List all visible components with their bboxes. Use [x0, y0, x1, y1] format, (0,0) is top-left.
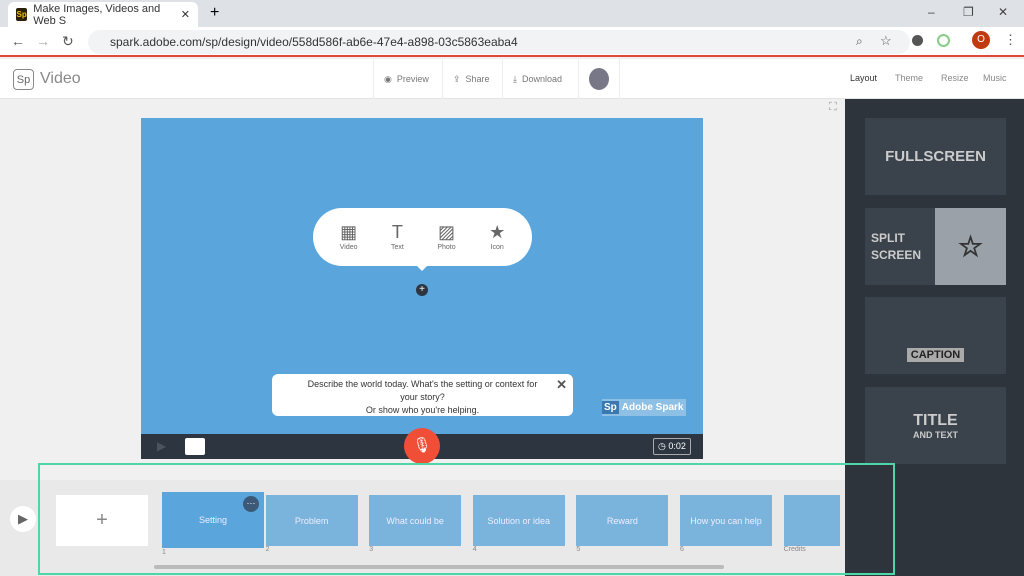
record-mic-button[interactable]: 🎙	[404, 428, 440, 464]
layout-split-screen[interactable]: SPLIT SCREEN ☆	[865, 208, 1006, 285]
play-all-button[interactable]: ▶	[10, 506, 36, 532]
zoom-icon[interactable]: ⌕	[856, 34, 863, 49]
film-icon: ▦	[340, 222, 358, 242]
add-plus-button[interactable]: +	[416, 284, 428, 296]
spark-favicon: Sp	[16, 8, 28, 21]
spark-logo: Sp	[13, 69, 34, 90]
app-title: Video	[40, 70, 81, 87]
minimize-button[interactable]: –	[928, 5, 935, 19]
forward-icon[interactable]: →	[36, 33, 50, 49]
extension-icon[interactable]	[912, 35, 923, 46]
collaborators-button[interactable]	[578, 59, 620, 99]
browser-tab[interactable]: Sp Make Images, Videos and Web S ✕	[8, 2, 198, 27]
download-icon: ⤓	[513, 73, 517, 84]
nav-layout[interactable]: Layout	[850, 73, 877, 83]
nav-resize[interactable]: Resize	[941, 73, 969, 83]
close-tab-icon[interactable]: ✕	[181, 8, 190, 21]
nav-theme[interactable]: Theme	[895, 73, 923, 83]
bookmark-star-icon[interactable]: ☆	[880, 33, 892, 49]
share-icon: ⇪	[453, 73, 461, 84]
play-icon[interactable]: ▶	[157, 439, 166, 453]
add-photo-button[interactable]: ▨ Photo	[437, 223, 455, 251]
address-bar-row: ← → ↻ spark.adobe.com/sp/design/video/55…	[0, 27, 1024, 57]
add-icon-button[interactable]: ★ Icon	[489, 223, 505, 251]
user-add-icon	[589, 68, 609, 90]
nav-music[interactable]: Music	[983, 73, 1007, 83]
prompt-tooltip: Describe the world today. What's the set…	[272, 374, 573, 416]
layout-fullscreen[interactable]: FULLSCREEN	[865, 118, 1006, 195]
app-header: Sp Video ◉ Preview ⇪ Share ⤓ Download Layou…	[0, 59, 1024, 99]
url-input[interactable]: spark.adobe.com/sp/design/video/558d586f…	[88, 30, 910, 54]
share-button[interactable]: ⇪ Share	[442, 59, 500, 99]
profile-avatar[interactable]: O	[972, 31, 990, 49]
close-tip-icon[interactable]: ✕	[556, 378, 567, 391]
caption-toggle-icon[interactable]	[185, 438, 205, 455]
eye-icon: ◉	[384, 73, 392, 84]
layout-caption[interactable]: CAPTION	[865, 297, 1006, 374]
star-icon: ☆	[935, 208, 1006, 285]
filmstrip-highlight	[38, 463, 895, 575]
add-text-button[interactable]: T Text	[391, 223, 404, 251]
back-icon[interactable]: ←	[11, 33, 25, 49]
preview-button[interactable]: ◉ Preview	[373, 59, 439, 99]
maximize-button[interactable]: ❐	[963, 5, 974, 19]
browser-tabbar: Sp Make Images, Videos and Web S ✕ + – ❐ ✕	[0, 0, 1024, 27]
photo-icon: ▨	[437, 222, 455, 242]
adobe-spark-watermark: Sp Adobe Spark	[602, 399, 686, 416]
text-icon: T	[391, 222, 403, 242]
fullscreen-toggle-icon[interactable]: ⛶	[829, 101, 837, 114]
duration-badge[interactable]: ◷ 0:02	[653, 438, 691, 455]
download-button[interactable]: ⤓ Download	[502, 59, 572, 99]
add-content-menu: ▦ Video T Text ▨ Photo ★ Icon	[313, 208, 532, 266]
pause-extension-icon[interactable]	[937, 34, 950, 47]
menu-pointer	[416, 265, 428, 277]
menu-icon[interactable]: ⋮	[1004, 32, 1017, 48]
tab-title: Make Images, Videos and Web S	[33, 2, 161, 27]
new-tab-button[interactable]: +	[210, 4, 219, 22]
close-window-button[interactable]: ✕	[998, 5, 1008, 19]
star-icon: ★	[489, 222, 506, 242]
reload-icon[interactable]: ↻	[62, 33, 74, 50]
add-video-button[interactable]: ▦ Video	[340, 223, 358, 251]
layout-title[interactable]: TITLE AND TEXT	[865, 387, 1006, 464]
